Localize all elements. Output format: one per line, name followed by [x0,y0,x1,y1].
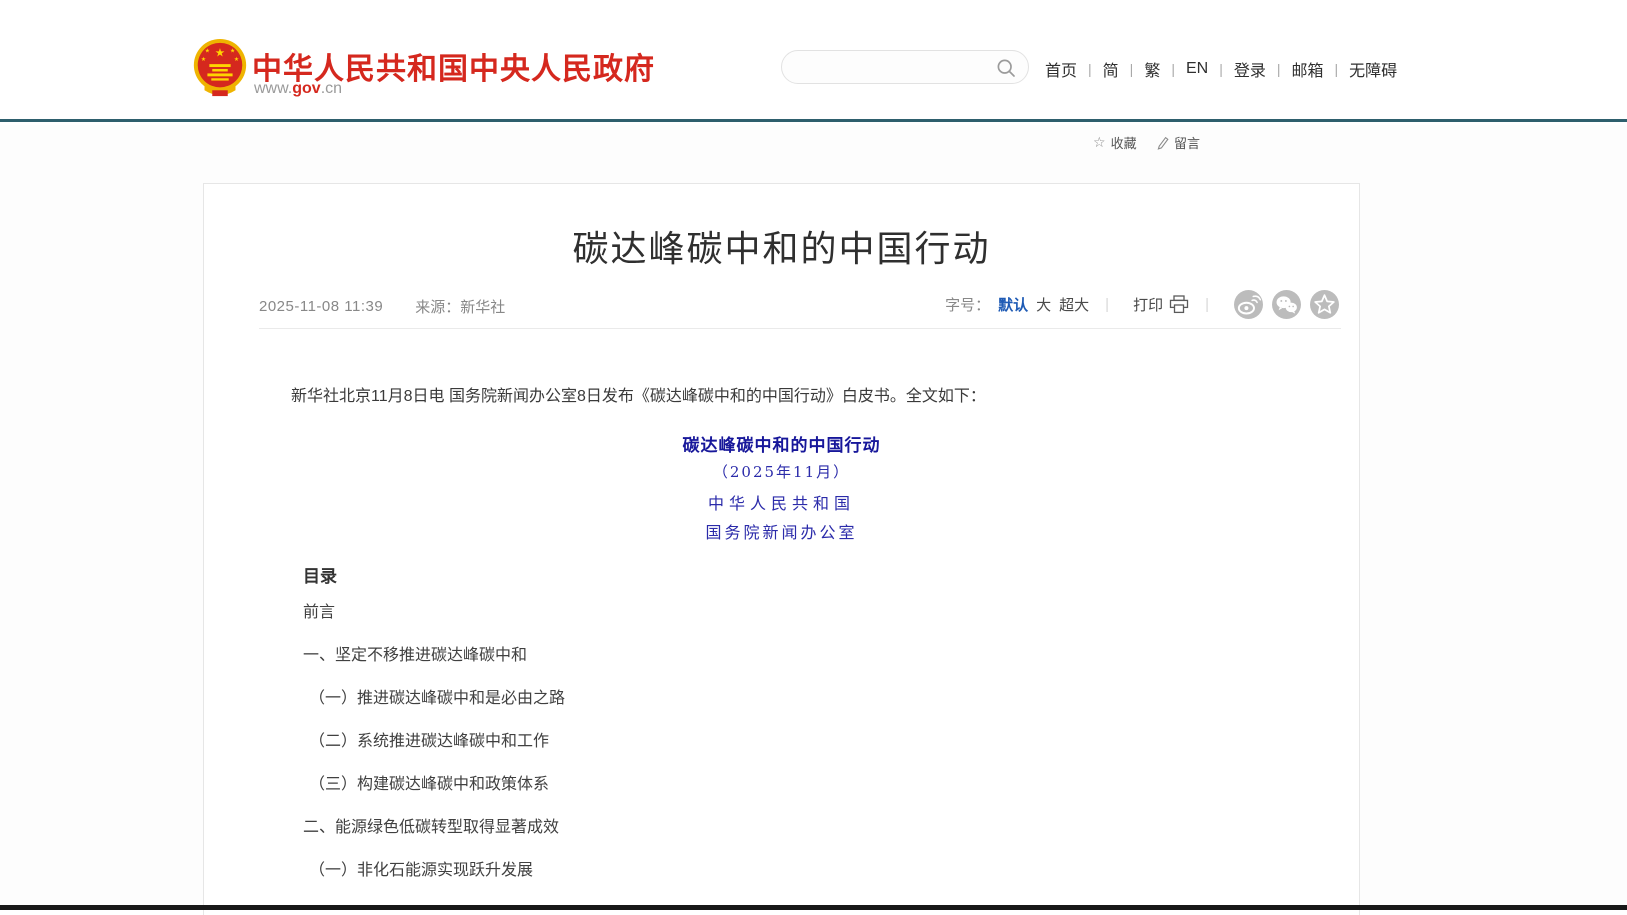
toolbar-separator: | [1205,296,1209,313]
comment-label: 留言 [1174,133,1200,152]
toc-item-section2: 二、能源绿色低碳转型取得显著成效 [303,819,565,837]
toc-heading: 目录 [303,562,337,587]
publish-date: 2025-11-08 11:39 [259,298,383,315]
lead-paragraph: 新华社北京11月8日电 国务院新闻办公室8日发布《碳达峰碳中和的中国行动》白皮书… [259,385,1306,409]
table-of-contents: 前言 一、坚定不移推进碳达峰碳中和 （一）推进碳达峰碳中和是必由之路 （二）系统… [303,604,565,905]
toc-item-section1-3: （三）构建碳达峰碳中和政策体系 [309,776,565,794]
toc-item-section2-1: （一）非化石能源实现跃升发展 [309,862,565,880]
nav-login[interactable]: 登录 [1234,57,1266,81]
font-default-button[interactable]: 默认 [998,294,1028,315]
document-country: 中华人民共和国 [204,490,1359,514]
nav-separator: | [1130,61,1134,77]
nav-separator: | [1088,61,1092,77]
search-input[interactable] [798,52,993,82]
star-icon: ☆ [1093,134,1106,151]
nav-separator: | [1219,61,1223,77]
page-title: 碳达峰碳中和的中国行动 [204,220,1359,272]
svg-text:★: ★ [205,48,210,55]
site-url: www.gov.cn [254,80,342,98]
nav-home[interactable]: 首页 [1045,57,1077,81]
site-url-gov: gov [292,80,320,97]
svg-text:★: ★ [201,56,206,63]
nav-separator: | [1277,61,1281,77]
search-icon[interactable] [996,58,1016,78]
nav-mail[interactable]: 邮箱 [1292,57,1324,81]
source-value: 新华社 [460,296,505,317]
print-button[interactable]: 打印 [1133,294,1189,315]
font-large-button[interactable]: 大 [1036,294,1051,315]
toc-item-section1: 一、坚定不移推进碳达峰碳中和 [303,647,565,665]
favorite-button[interactable]: ☆ 收藏 [1093,133,1137,152]
nav-traditional-chinese[interactable]: 繁 [1144,57,1160,81]
site-url-cn: .cn [321,80,342,97]
font-xlarge-button[interactable]: 超大 [1059,294,1089,315]
top-nav: 首页 | 简 | 繁 | EN | 登录 | 邮箱 | 无障碍 [1045,57,1397,81]
source-label: 来源： [415,296,460,317]
font-size-label: 字号： [945,294,990,315]
share-weibo-icon[interactable] [1234,290,1263,319]
svg-text:★: ★ [234,56,239,63]
site-url-www: www. [254,80,292,97]
nav-accessibility[interactable]: 无障碍 [1349,57,1397,81]
article-meta: 2025-11-08 11:39 来源： 新华社 [259,296,505,317]
svg-text:★: ★ [230,48,235,55]
comment-button[interactable]: 留言 [1156,133,1200,152]
nav-separator: | [1171,61,1175,77]
document-office: 国务院新闻办公室 [204,519,1359,543]
share-wechat-icon[interactable] [1272,290,1301,319]
print-label: 打印 [1133,294,1163,315]
pencil-icon [1156,136,1169,150]
nav-separator: | [1335,61,1339,77]
toolbar-separator: | [1105,296,1109,313]
toc-item-foreword: 前言 [303,604,565,622]
svg-text:★: ★ [215,46,225,59]
printer-icon [1169,295,1189,314]
national-emblem-logo: ★ ★ ★ ★ ★ [189,36,251,100]
favorite-label: 收藏 [1111,133,1137,152]
article-toolbar: 字号： 默认 大 超大 | 打印 | [945,290,1339,319]
document-title: 碳达峰碳中和的中国行动 [204,431,1359,456]
toc-item-section1-2: （二）系统推进碳达峰碳中和工作 [309,733,565,751]
bottom-edge-rule [0,905,1627,910]
nav-english[interactable]: EN [1186,60,1208,78]
share-qzone-icon[interactable] [1310,290,1339,319]
document-date: （2025年11月） [204,461,1359,482]
toc-item-section1-1: （一）推进碳达峰碳中和是必由之路 [309,690,565,708]
meta-divider [259,328,1341,329]
site-header: ★ ★ ★ ★ ★ 中华人民共和国中央人民政府 www.gov.cn 首页 | … [0,0,1627,122]
article-card: 碳达峰碳中和的中国行动 2025-11-08 11:39 来源： 新华社 字号：… [203,183,1360,915]
nav-simplified-chinese[interactable]: 简 [1103,57,1119,81]
search-box[interactable] [781,50,1029,84]
